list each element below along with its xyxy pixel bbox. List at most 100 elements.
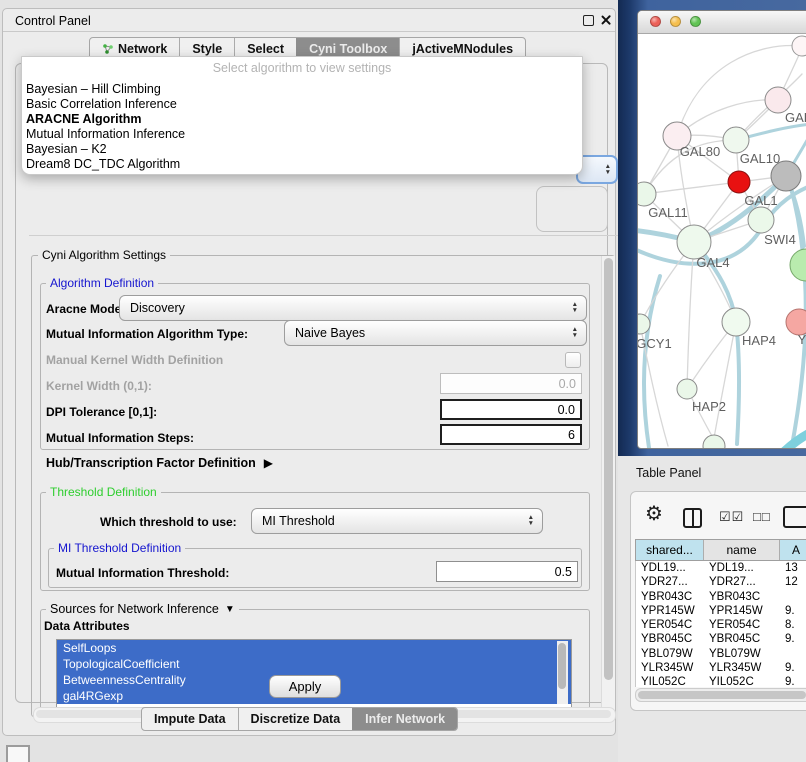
table-row[interactable]: YDR27...YDR27...12 [636, 575, 806, 589]
control-panel-window: Control Panel NetworkStyleSelectCyni Too… [2, 8, 616, 736]
tab-impute-data[interactable]: Impute Data [142, 708, 238, 730]
mi-threshold-label: Mutual Information Threshold: [56, 566, 229, 580]
close-panel-icon[interactable] [600, 14, 612, 26]
dropdown-option[interactable]: Bayesian – Hill Climbing [26, 82, 578, 97]
dropdown-option[interactable]: Basic Correlation Inference [26, 97, 578, 112]
settings-vertical-scrollbar[interactable] [601, 256, 615, 714]
manual-kernel-label: Manual Kernel Width Definition [46, 353, 223, 367]
table-row[interactable]: YBL079WYBL079W [636, 647, 806, 661]
table-cell: YDL19... [704, 561, 780, 575]
dropdown-option[interactable]: Dream8 DC_TDC Algorithm [26, 157, 578, 172]
tab-label: Style [192, 42, 222, 56]
table-row[interactable]: YPR145WYPR145W9. [636, 604, 806, 618]
table-row[interactable]: YBR045CYBR045C9. [636, 632, 806, 646]
mi-type-select[interactable]: Naive Bayes ▲▼ [284, 320, 587, 346]
network-edge[interactable] [644, 182, 739, 194]
table-header-cell[interactable]: shared... [636, 540, 704, 560]
gear-icon[interactable]: ⚙ [645, 504, 663, 524]
hub-definition-expander[interactable]: Hub/Transcription Factor Definition ▶ [46, 456, 273, 470]
dropdown-options: Bayesian – Hill ClimbingBasic Correlatio… [26, 82, 578, 172]
network-node-bottom-partial[interactable] [703, 435, 725, 448]
table-cell: 9. [780, 632, 806, 646]
scrollbar-thumb[interactable] [638, 691, 806, 699]
tab-label: Cyni Toolbox [309, 42, 387, 56]
algorithm-dropdown-popup: Select algorithm to view settings Bayesi… [21, 56, 583, 175]
expanded-arrow-icon: ▼ [225, 604, 235, 615]
mi-steps-field[interactable] [440, 424, 582, 445]
float-panel-icon[interactable] [583, 15, 594, 26]
mi-threshold-group-title: MI Threshold Definition [54, 541, 185, 555]
network-node-gal4[interactable] [677, 225, 711, 259]
table-horizontal-scrollbar[interactable] [635, 688, 806, 702]
select-all-checkboxes-icon[interactable]: ☑☑ [719, 509, 744, 525]
tab-label: Select [247, 42, 284, 56]
node-label: Y [798, 332, 806, 347]
table-row[interactable]: YIL052CYIL052C9. [636, 675, 806, 687]
mi-threshold-field[interactable] [436, 561, 578, 582]
kernel-width-field[interactable] [440, 373, 582, 394]
table-cell: YPR145W [704, 604, 780, 618]
table-header-cell[interactable]: name [704, 540, 780, 560]
table-row[interactable]: YBR043CYBR043C [636, 590, 806, 604]
node-label: GAL10 [740, 151, 780, 166]
scrollbar-thumb[interactable] [604, 258, 613, 680]
table-header-cell[interactable]: A [780, 540, 806, 560]
network-edge[interactable] [638, 186, 806, 264]
dropdown-option[interactable]: Bayesian – K2 [26, 142, 578, 157]
table-row[interactable]: YER054CYER054C8. [636, 618, 806, 632]
scrollbar-thumb[interactable] [558, 643, 566, 689]
mi-steps-label: Mutual Information Steps: [46, 431, 194, 445]
network-node-swi4[interactable] [748, 207, 774, 233]
desktop-background: GAL80GALGAL10GAL1GAL11SWI4GAL4GCY1HAP4YH… [618, 0, 806, 456]
table-cell: 9. [780, 675, 806, 687]
network-node-hap4[interactable] [722, 308, 750, 336]
table-cell: 9. [780, 661, 806, 675]
network-node-gal10[interactable] [723, 127, 749, 153]
table-cell: 9. [780, 604, 806, 618]
attribute-item[interactable]: SelfLoops [57, 640, 571, 656]
table-cell: YBR045C [704, 632, 780, 646]
attribute-item[interactable]: TopologicalCoefficient [57, 656, 571, 672]
column-browser-icon[interactable] [683, 508, 702, 528]
sources-group-title[interactable]: Sources for Network Inference ▼ [46, 602, 239, 616]
network-view-window: GAL80GALGAL10GAL1GAL11SWI4GAL4GCY1HAP4YH… [637, 10, 806, 449]
node-table: shared...nameA YDL19...YDL19...13YDR27..… [635, 539, 806, 687]
close-window-icon[interactable] [650, 16, 661, 27]
which-threshold-select[interactable]: MI Threshold ▲▼ [251, 508, 543, 534]
dropdown-option[interactable]: ARACNE Algorithm [26, 112, 578, 127]
list-vertical-scrollbar[interactable] [557, 641, 568, 704]
spinner-arrows-icon: ▲▼ [605, 164, 611, 176]
network-graph-canvas[interactable]: GAL80GALGAL10GAL1GAL11SWI4GAL4GCY1HAP4YH… [638, 34, 806, 448]
network-edge[interactable] [772, 430, 806, 448]
threshold-definition-title: Threshold Definition [46, 485, 161, 499]
zoom-window-icon[interactable] [690, 16, 701, 27]
dropdown-option[interactable]: Mutual Information Inference [26, 127, 578, 142]
docked-panel-icon[interactable] [6, 745, 30, 762]
data-attributes-label: Data Attributes [44, 619, 130, 633]
tab-discretize-data[interactable]: Discretize Data [238, 708, 353, 730]
node-label: GCY1 [638, 336, 672, 351]
spinner-arrows-icon: ▲▼ [528, 515, 534, 527]
tab-infer-network[interactable]: Infer Network [352, 708, 457, 730]
new-table-icon[interactable] [783, 506, 806, 528]
aracne-mode-select[interactable]: Discovery ▲▼ [119, 295, 587, 321]
minimize-window-icon[interactable] [670, 16, 681, 27]
node-label: GAL [785, 110, 806, 125]
network-node-top-partial[interactable] [792, 36, 806, 56]
network-window-titlebar[interactable] [638, 11, 806, 34]
tab-label: Infer Network [365, 712, 445, 726]
network-node-hap2[interactable] [677, 379, 697, 399]
table-row[interactable]: YLR345WYLR345W9. [636, 661, 806, 675]
network-node-gal1[interactable] [728, 171, 750, 193]
network-node-green-large[interactable] [790, 249, 806, 281]
section-divider [29, 235, 618, 236]
dpi-tolerance-field[interactable] [440, 399, 582, 420]
table-cell: YBR045C [636, 632, 704, 646]
node-label: GAL1 [744, 193, 777, 208]
manual-kernel-checkbox[interactable] [565, 352, 581, 368]
deselect-all-checkboxes-icon[interactable]: □□ [753, 509, 771, 524]
apply-button[interactable]: Apply [269, 675, 341, 698]
table-row[interactable]: YDL19...YDL19...13 [636, 561, 806, 575]
node-label: SWI4 [764, 232, 796, 247]
network-edge[interactable] [714, 322, 736, 438]
